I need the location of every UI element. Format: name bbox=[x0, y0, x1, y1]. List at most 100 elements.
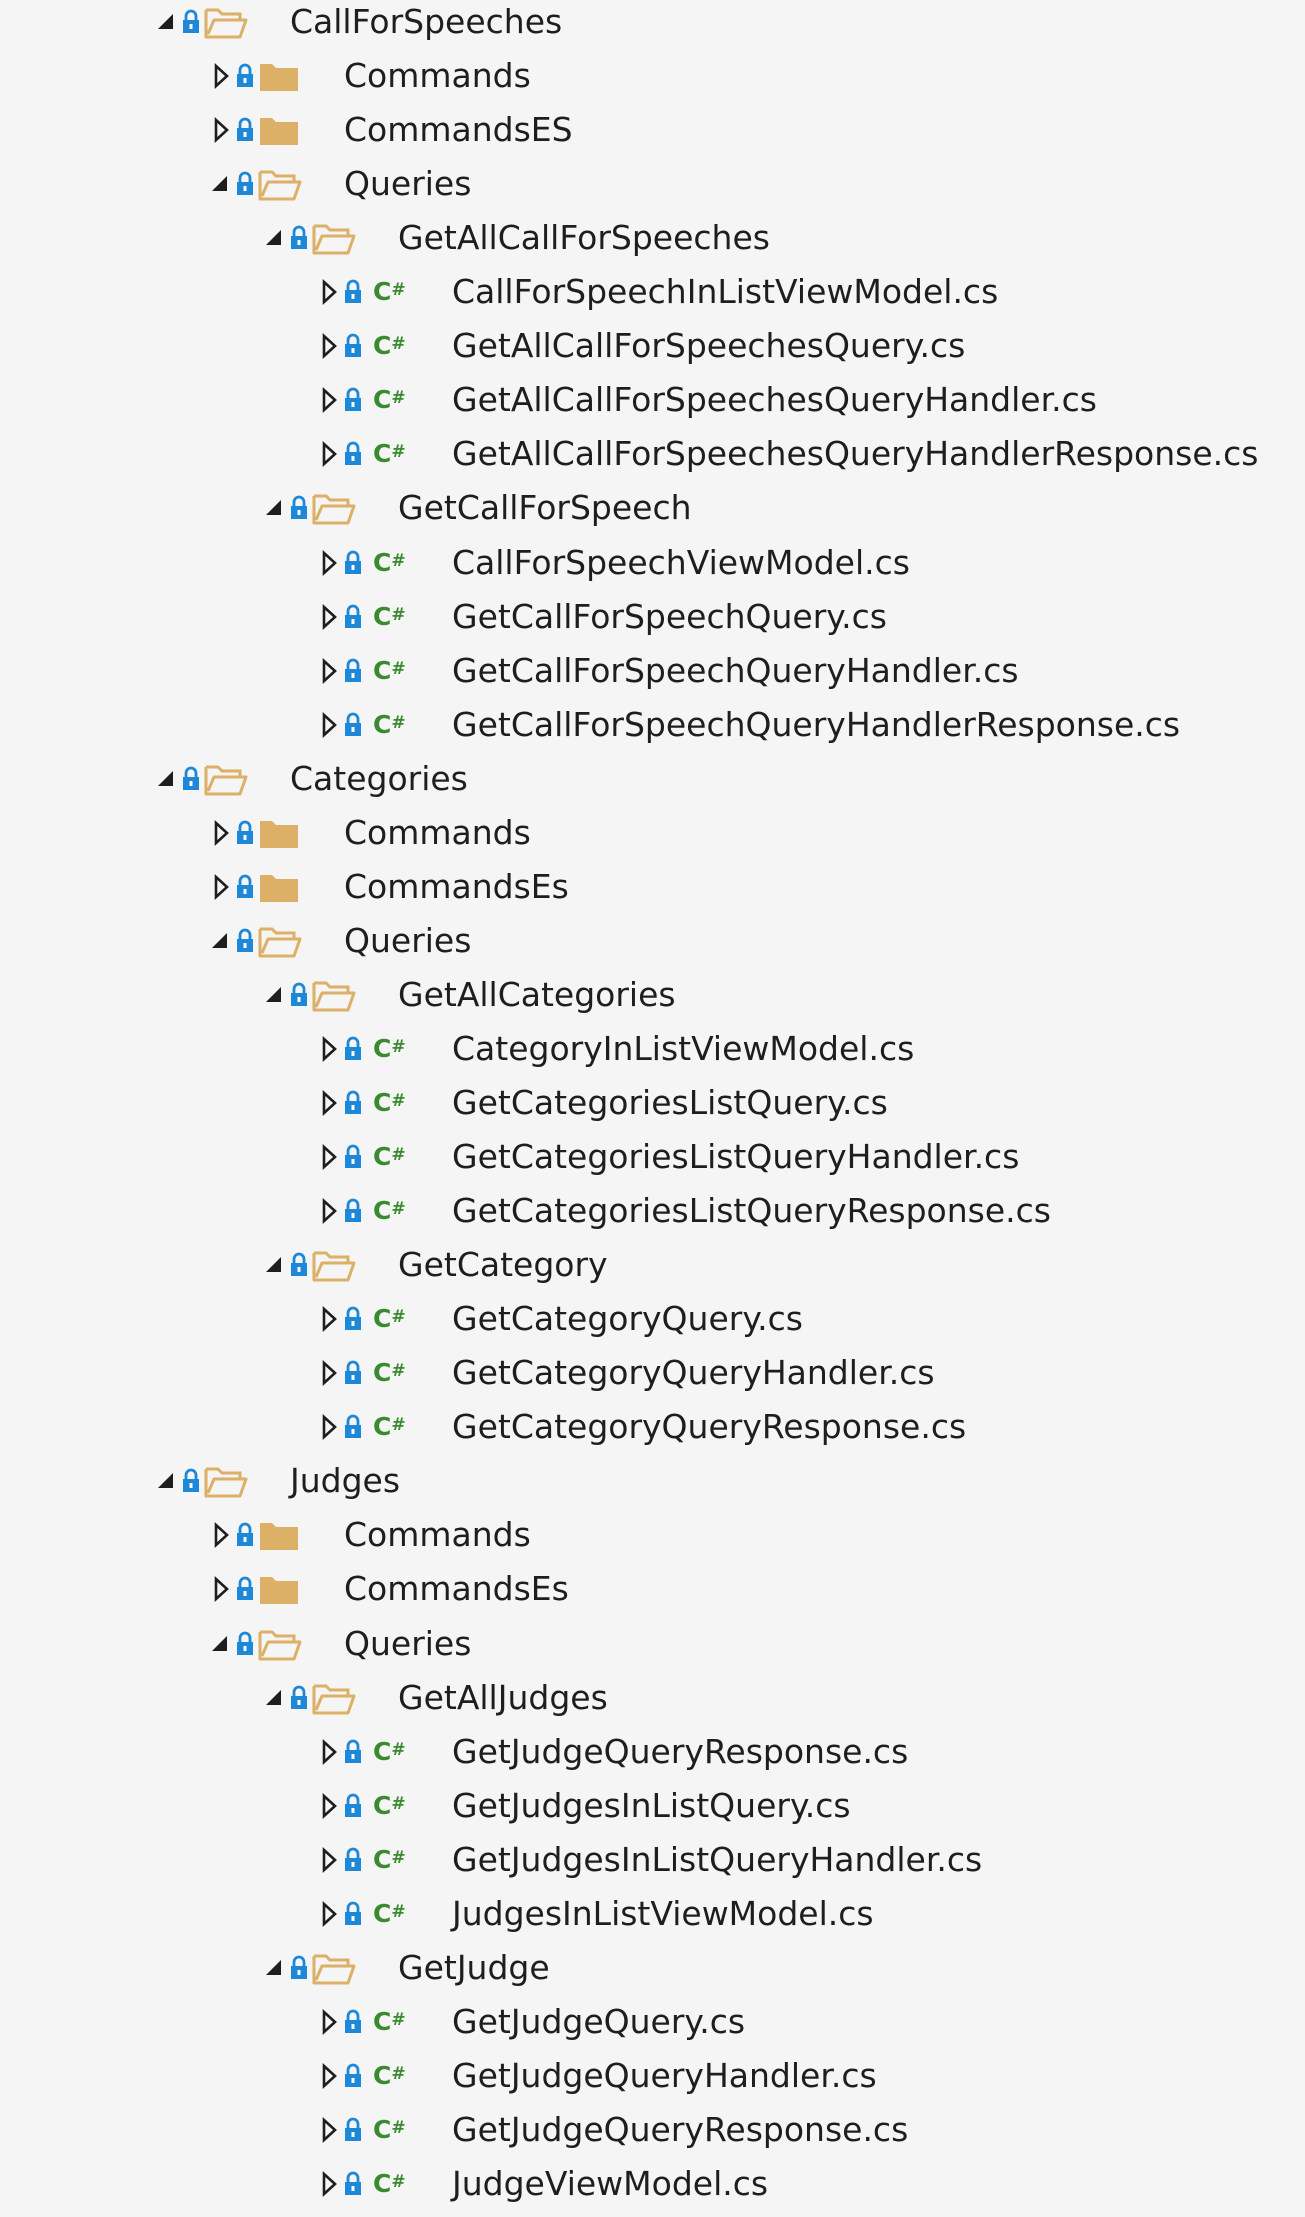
csharp-icon-symbol: # bbox=[391, 442, 405, 463]
tree-folder-row[interactable]: GetJudge bbox=[0, 1941, 1305, 1995]
collapsed-arrow-icon[interactable] bbox=[315, 2116, 343, 2144]
tree-folder-row[interactable]: CommandsEs bbox=[0, 1562, 1305, 1616]
collapsed-arrow-icon[interactable] bbox=[315, 2008, 343, 2036]
collapsed-arrow-icon[interactable] bbox=[207, 819, 235, 847]
collapsed-arrow-icon[interactable] bbox=[207, 62, 235, 90]
tree-file-row[interactable]: C# GetCallForSpeechQueryHandler.cs bbox=[0, 644, 1305, 698]
tree-folder-row[interactable]: CommandsES bbox=[0, 103, 1305, 157]
expanded-arrow-icon[interactable] bbox=[261, 1954, 289, 1982]
collapsed-arrow-icon[interactable] bbox=[315, 1900, 343, 1928]
expanded-arrow-icon[interactable] bbox=[261, 1684, 289, 1712]
collapsed-arrow-icon[interactable] bbox=[315, 1738, 343, 1766]
folder-label: Commands bbox=[344, 1515, 531, 1555]
collapsed-arrow-icon[interactable] bbox=[315, 440, 343, 468]
closed-folder-icon bbox=[254, 1568, 304, 1610]
collapsed-arrow-icon[interactable] bbox=[315, 1305, 343, 1333]
expanded-arrow-icon[interactable] bbox=[261, 1251, 289, 1279]
csharp-file-icon: C# bbox=[373, 1789, 413, 1823]
tree-file-row[interactable]: C# CallForSpeechViewModel.cs bbox=[0, 536, 1305, 590]
collapsed-arrow-icon[interactable] bbox=[315, 1035, 343, 1063]
tree-folder-row[interactable]: Commands bbox=[0, 49, 1305, 103]
csharp-file-icon: C# bbox=[373, 708, 413, 742]
collapsed-arrow-icon[interactable] bbox=[315, 1413, 343, 1441]
tree-file-row[interactable]: C# GetCategoryQueryHandler.cs bbox=[0, 1346, 1305, 1400]
tree-file-row[interactable]: C# JudgeViewModel.cs bbox=[0, 2157, 1305, 2211]
expanded-arrow-icon[interactable] bbox=[261, 494, 289, 522]
tree-file-row[interactable]: C# JudgesInListViewModel.cs bbox=[0, 1887, 1305, 1941]
collapsed-arrow-icon[interactable] bbox=[315, 1143, 343, 1171]
collapsed-arrow-icon[interactable] bbox=[315, 278, 343, 306]
tree-file-row[interactable]: C# GetCategoriesListQueryResponse.cs bbox=[0, 1184, 1305, 1238]
expanded-arrow-icon[interactable] bbox=[261, 981, 289, 1009]
collapsed-arrow-icon[interactable] bbox=[315, 1792, 343, 1820]
expanded-arrow-icon[interactable] bbox=[207, 170, 235, 198]
collapsed-arrow-icon[interactable] bbox=[315, 2170, 343, 2198]
csharp-file-icon: C# bbox=[373, 1410, 413, 1444]
collapsed-arrow-icon[interactable] bbox=[315, 386, 343, 414]
tree-file-row[interactable]: C# GetCategoryQuery.cs bbox=[0, 1292, 1305, 1346]
tree-file-row[interactable]: C# CategoryInListViewModel.cs bbox=[0, 1022, 1305, 1076]
expanded-arrow-icon[interactable] bbox=[153, 8, 181, 36]
tree-file-row[interactable]: C# GetAllCallForSpeechesQueryHandlerRespo… bbox=[0, 427, 1305, 481]
tree-folder-row[interactable]: Queries bbox=[0, 914, 1305, 968]
collapsed-arrow-icon[interactable] bbox=[315, 711, 343, 739]
tree-folder-row[interactable]: GetCategory bbox=[0, 1238, 1305, 1292]
tree-file-row[interactable]: C# GetCallForSpeechQueryHandlerResponse.c… bbox=[0, 698, 1305, 752]
collapsed-arrow-icon[interactable] bbox=[315, 1197, 343, 1225]
tree-file-row[interactable]: C# GetAllCallForSpeechesQuery.cs bbox=[0, 319, 1305, 373]
lock-icon bbox=[342, 1359, 364, 1387]
tree-folder-row[interactable]: Commands bbox=[0, 1508, 1305, 1562]
tree-folder-row[interactable]: CommandsEs bbox=[0, 860, 1305, 914]
tree-folder-row[interactable]: GetAllCategories bbox=[0, 968, 1305, 1022]
tree-file-row[interactable]: C# GetCategoriesListQuery.cs bbox=[0, 1076, 1305, 1130]
lock-icon bbox=[234, 873, 256, 901]
csharp-file-icon: C# bbox=[373, 654, 413, 688]
collapsed-arrow-icon[interactable] bbox=[315, 657, 343, 685]
expanded-arrow-icon[interactable] bbox=[261, 224, 289, 252]
collapsed-arrow-icon[interactable] bbox=[207, 873, 235, 901]
collapsed-arrow-icon[interactable] bbox=[315, 549, 343, 577]
tree-folder-row[interactable]: Queries bbox=[0, 157, 1305, 211]
collapsed-arrow-icon[interactable] bbox=[207, 1521, 235, 1549]
expanded-arrow-icon[interactable] bbox=[207, 927, 235, 955]
tree-file-row[interactable]: C# GetJudgeQueryResponse.cs bbox=[0, 2103, 1305, 2157]
collapsed-arrow-icon[interactable] bbox=[315, 603, 343, 631]
file-label: GetJudgesInListQueryHandler.cs bbox=[452, 1839, 983, 1879]
tree-folder-row[interactable]: GetAllCallForSpeeches bbox=[0, 211, 1305, 265]
lock-icon bbox=[288, 981, 310, 1009]
lock-icon bbox=[234, 1630, 256, 1658]
tree-folder-row[interactable]: Commands bbox=[0, 806, 1305, 860]
tree-file-row[interactable]: C# GetJudgeQuery.cs bbox=[0, 1995, 1305, 2049]
tree-file-row[interactable]: C# GetJudgeQueryHandler.cs bbox=[0, 2049, 1305, 2103]
folder-label: CommandsEs bbox=[344, 866, 569, 906]
tree-file-row[interactable]: C# GetCategoriesListQueryHandler.cs bbox=[0, 1130, 1305, 1184]
collapsed-arrow-icon[interactable] bbox=[315, 332, 343, 360]
tree-folder-row[interactable]: GetCallForSpeech bbox=[0, 481, 1305, 535]
tree-file-row[interactable]: C# GetAllCallForSpeechesQueryHandler.cs bbox=[0, 373, 1305, 427]
csharp-file-icon: C# bbox=[373, 1086, 413, 1120]
collapsed-arrow-icon[interactable] bbox=[207, 1575, 235, 1603]
csharp-file-icon: C# bbox=[373, 1194, 413, 1228]
tree-folder-row[interactable]: Categories bbox=[0, 752, 1305, 806]
tree-folder-row[interactable]: Queries bbox=[0, 1617, 1305, 1671]
collapsed-arrow-icon[interactable] bbox=[207, 116, 235, 144]
tree-file-row[interactable]: C# GetJudgesInListQuery.cs bbox=[0, 1779, 1305, 1833]
collapsed-arrow-icon[interactable] bbox=[315, 2062, 343, 2090]
collapsed-arrow-icon[interactable] bbox=[315, 1846, 343, 1874]
tree-folder-row[interactable]: Judges bbox=[0, 1454, 1305, 1508]
expanded-arrow-icon[interactable] bbox=[153, 765, 181, 793]
expanded-arrow-icon[interactable] bbox=[207, 1630, 235, 1658]
tree-file-row[interactable]: C# GetJudgesInListQueryHandler.cs bbox=[0, 1833, 1305, 1887]
closed-folder-icon bbox=[254, 55, 304, 97]
collapsed-arrow-icon[interactable] bbox=[315, 1359, 343, 1387]
csharp-file-icon: C# bbox=[373, 600, 413, 634]
csharp-icon-symbol: # bbox=[391, 1036, 405, 1057]
expanded-arrow-icon[interactable] bbox=[153, 1467, 181, 1495]
collapsed-arrow-icon[interactable] bbox=[315, 1089, 343, 1117]
tree-folder-row[interactable]: CallForSpeeches bbox=[0, 0, 1305, 49]
tree-file-row[interactable]: C# CallForSpeechInListViewModel.cs bbox=[0, 265, 1305, 319]
tree-file-row[interactable]: C# GetCallForSpeechQuery.cs bbox=[0, 590, 1305, 644]
tree-file-row[interactable]: C# GetCategoryQueryResponse.cs bbox=[0, 1400, 1305, 1454]
tree-folder-row[interactable]: GetAllJudges bbox=[0, 1671, 1305, 1725]
tree-file-row[interactable]: C# GetJudgeQueryResponse.cs bbox=[0, 1725, 1305, 1779]
